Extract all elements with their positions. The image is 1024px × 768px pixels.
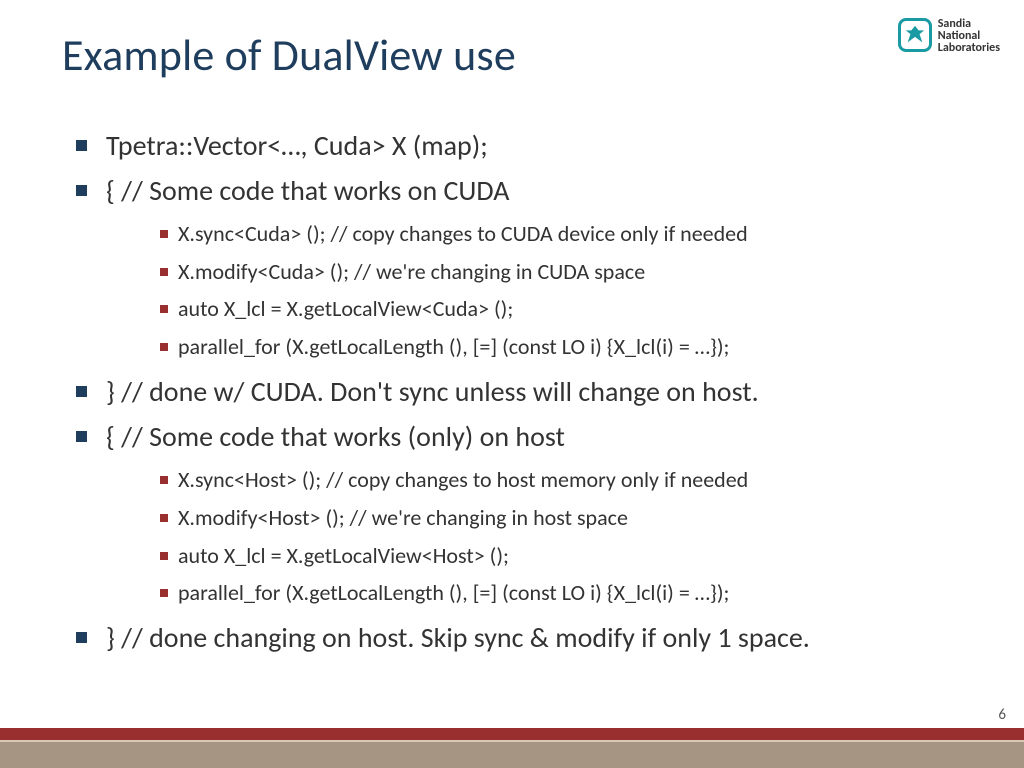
sub-bullet-list: X.sync<Host> (); // copy changes to host…: [106, 461, 974, 612]
sub-bullet-text: auto X_lcl = X.getLocalView<Cuda> ();: [178, 295, 513, 322]
slide-content: Tpetra::Vector<…, Cuda> X (map); { // So…: [62, 124, 974, 662]
footer-bar-red: [0, 728, 1024, 740]
footer-bar-tan: [0, 742, 1024, 768]
sub-bullet-item: auto X_lcl = X.getLocalView<Cuda> ();: [106, 290, 974, 328]
bullet-text: } // done w/ CUDA. Don't sync unless wil…: [106, 374, 759, 409]
logo-line3: Laboratories: [938, 42, 1000, 54]
logo-text: Sandia National Laboratories: [938, 18, 1000, 54]
sub-bullet-text: auto X_lcl = X.getLocalView<Host> ();: [178, 542, 509, 569]
sub-bullet-item: X.modify<Cuda> (); // we're changing in …: [106, 253, 974, 291]
bullet-item: { // Some code that works (only) on host…: [62, 415, 974, 612]
sub-bullet-text: parallel_for (X.getLocalLength (), [=] (…: [178, 333, 729, 360]
bullet-text: { // Some code that works on CUDA: [106, 173, 509, 208]
sub-bullet-text: parallel_for (X.getLocalLength (), [=] (…: [178, 579, 729, 606]
bullet-item: Tpetra::Vector<…, Cuda> X (map);: [62, 124, 974, 167]
bullet-text: Tpetra::Vector<…, Cuda> X (map);: [106, 128, 488, 163]
sub-bullet-text: X.modify<Host> (); // we're changing in …: [178, 504, 628, 531]
sub-bullet-item: auto X_lcl = X.getLocalView<Host> ();: [106, 537, 974, 575]
sub-bullet-item: parallel_for (X.getLocalLength (), [=] (…: [106, 328, 974, 366]
bullet-text: { // Some code that works (only) on host: [106, 419, 565, 454]
sub-bullet-item: X.modify<Host> (); // we're changing in …: [106, 499, 974, 537]
sub-bullet-text: X.modify<Cuda> (); // we're changing in …: [178, 258, 645, 285]
bullet-list: Tpetra::Vector<…, Cuda> X (map); { // So…: [62, 124, 974, 660]
sub-bullet-item: X.sync<Host> (); // copy changes to host…: [106, 461, 974, 499]
slide-title: Example of DualView use: [62, 28, 516, 82]
sub-bullet-text: X.sync<Cuda> (); // copy changes to CUDA…: [178, 220, 748, 247]
sub-bullet-list: X.sync<Cuda> (); // copy changes to CUDA…: [106, 215, 974, 366]
sandia-logo: Sandia National Laboratories: [898, 18, 1000, 54]
sub-bullet-text: X.sync<Host> (); // copy changes to host…: [178, 466, 748, 493]
bullet-item: { // Some code that works on CUDA X.sync…: [62, 169, 974, 366]
sub-bullet-item: parallel_for (X.getLocalLength (), [=] (…: [106, 574, 974, 612]
thunderbird-icon: [898, 18, 932, 52]
bullet-text: } // done changing on host. Skip sync & …: [106, 620, 810, 655]
sub-bullet-item: X.sync<Cuda> (); // copy changes to CUDA…: [106, 215, 974, 253]
footer-bars: [0, 728, 1024, 768]
page-number: 6: [998, 706, 1006, 724]
bullet-item: } // done w/ CUDA. Don't sync unless wil…: [62, 370, 974, 413]
bullet-item: } // done changing on host. Skip sync & …: [62, 616, 974, 659]
slide: Example of DualView use Sandia National …: [0, 0, 1024, 768]
